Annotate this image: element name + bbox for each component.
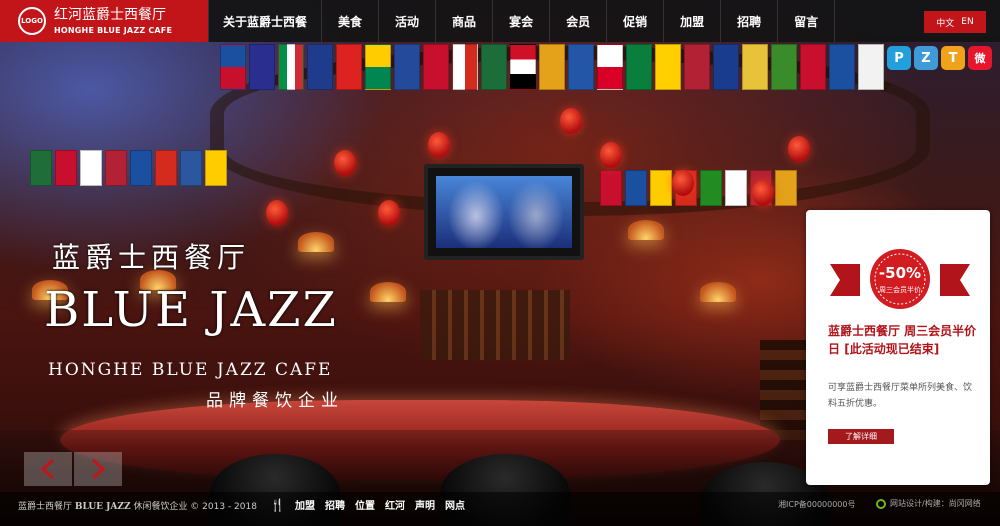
footer-link-franchise[interactable]: 加盟 bbox=[295, 497, 315, 512]
nav-item-about[interactable]: 关于蓝爵士西餐 bbox=[208, 0, 321, 42]
ribbon-right-tail bbox=[940, 264, 970, 296]
tiffany-lamp bbox=[298, 232, 334, 252]
language-switch: 中文 EN bbox=[924, 11, 986, 33]
weibo-icon[interactable]: 微 bbox=[968, 46, 992, 70]
flag-band-left bbox=[30, 150, 227, 186]
learn-more-button[interactable]: 了解详细 bbox=[828, 429, 894, 444]
promo-heading: 蓝爵士西餐厅 周三会员半价日 [此活动现已结束] bbox=[828, 322, 978, 358]
hero-title-en: BLUE JAZZ bbox=[44, 282, 338, 338]
fork-knife-icon: 🍴 bbox=[270, 497, 285, 512]
brand-text: 红河蓝爵士西餐厅 HONGHE BLUE JAZZ CAFE bbox=[54, 8, 172, 35]
nav-item-jobs[interactable]: 招聘 bbox=[720, 0, 777, 42]
top-header: LOGO 红河蓝爵士西餐厅 HONGHE BLUE JAZZ CAFE 关于蓝爵… bbox=[0, 0, 1000, 42]
badge-percent: -50% bbox=[879, 264, 921, 282]
hero-subtitle-en: HONGHE BLUE JAZZ CAFE bbox=[48, 360, 333, 380]
nav-item-membership[interactable]: 会员 bbox=[549, 0, 606, 42]
tiffany-lamp bbox=[628, 220, 664, 240]
nav-item-food[interactable]: 美食 bbox=[321, 0, 378, 42]
chevron-left-icon bbox=[40, 458, 55, 480]
red-lantern bbox=[672, 170, 694, 196]
red-lantern bbox=[428, 132, 450, 158]
copyright: 蓝爵士西餐厅 BLUE JAZZ 休闲餐饮企业 © 2013 - 2018 bbox=[18, 499, 257, 512]
footer-link-jobs[interactable]: 招聘 bbox=[325, 497, 345, 512]
social-links: P Z T 微 bbox=[887, 46, 992, 70]
icp-record[interactable]: 湘ICP备00000000号 bbox=[778, 499, 856, 510]
hero-title-cn: 蓝爵士西餐厅 bbox=[52, 241, 251, 274]
logo-badge: LOGO bbox=[18, 7, 46, 35]
red-lantern bbox=[600, 142, 622, 168]
lang-cn-link[interactable]: 中文 bbox=[936, 16, 954, 29]
footer-link-statement[interactable]: 声明 bbox=[415, 497, 435, 512]
red-lantern bbox=[266, 200, 288, 226]
brand-name-cn: 红河蓝爵士西餐厅 bbox=[54, 6, 166, 23]
red-lantern bbox=[334, 150, 356, 176]
designer-text: 网站设计/构建：尚冈网络 bbox=[890, 499, 981, 508]
brand-block[interactable]: LOGO 红河蓝爵士西餐厅 HONGHE BLUE JAZZ CAFE bbox=[0, 0, 208, 42]
bottle-shelf bbox=[420, 290, 570, 360]
pinterest-like-p-icon[interactable]: P bbox=[887, 46, 911, 70]
zhihu-z-icon[interactable]: Z bbox=[914, 46, 938, 70]
footer-link-honghe[interactable]: 红河 bbox=[385, 497, 405, 512]
footer-links: 🍴 加盟 招聘 位置 红河 声明 网点 bbox=[270, 497, 465, 513]
lang-en-link[interactable]: EN bbox=[961, 17, 973, 27]
designer-credit[interactable]: 网站设计/构建：尚冈网络 bbox=[876, 498, 981, 509]
nav-item-products[interactable]: 商品 bbox=[435, 0, 492, 42]
flag-band-top bbox=[220, 44, 884, 90]
ribbon-left-tail bbox=[830, 264, 860, 296]
slider-prev-button[interactable] bbox=[24, 452, 72, 486]
main-nav: 关于蓝爵士西餐 美食 活动 商品 宴会 会员 促销 加盟 招聘 留言 bbox=[208, 0, 836, 42]
tencent-t-icon[interactable]: T bbox=[941, 46, 965, 70]
nav-item-banquet[interactable]: 宴会 bbox=[492, 0, 549, 42]
nav-item-messages[interactable]: 留言 bbox=[777, 0, 836, 42]
footer-link-outlets[interactable]: 网点 bbox=[445, 497, 465, 512]
nav-item-promotions[interactable]: 促销 bbox=[606, 0, 663, 42]
nav-item-franchise[interactable]: 加盟 bbox=[663, 0, 720, 42]
footer-link-location[interactable]: 位置 bbox=[355, 497, 375, 512]
red-lantern bbox=[560, 108, 582, 134]
tv-screen bbox=[436, 176, 572, 248]
slider-next-button[interactable] bbox=[74, 452, 122, 486]
tiffany-lamp bbox=[370, 282, 406, 302]
discount-badge: -50% 周三会员半价 bbox=[830, 249, 970, 309]
copyright-en: BLUE JAZZ bbox=[74, 502, 131, 512]
red-lantern bbox=[378, 200, 400, 226]
promo-description: 可享蓝爵士西餐厅菜单所列美食、饮料五折优惠。 bbox=[828, 383, 973, 409]
tiffany-lamp bbox=[700, 282, 736, 302]
red-lantern bbox=[752, 180, 774, 206]
brand-name-en: HONGHE BLUE JAZZ CAFE bbox=[54, 25, 173, 35]
copyright-cn: 蓝爵士西餐厅 bbox=[18, 502, 73, 512]
promo-status-note: [此活动现已结束] bbox=[844, 342, 940, 356]
badge-caption: 周三会员半价 bbox=[879, 285, 921, 294]
copyright-rest: 休闲餐饮企业 © 2013 - 2018 bbox=[133, 502, 257, 512]
promo-card: -50% 周三会员半价 蓝爵士西餐厅 周三会员半价日 [此活动现已结束] 可享蓝… bbox=[806, 210, 990, 485]
chevron-right-icon bbox=[91, 458, 106, 480]
hero-slogan: 品牌餐饮企业 bbox=[206, 391, 344, 411]
designer-logo-icon bbox=[876, 498, 886, 509]
footer-bar: 蓝爵士西餐厅 BLUE JAZZ 休闲餐饮企业 © 2013 - 2018 🍴 … bbox=[0, 492, 1000, 526]
tv-set bbox=[424, 164, 584, 260]
red-lantern bbox=[788, 136, 810, 162]
nav-item-events[interactable]: 活动 bbox=[378, 0, 435, 42]
